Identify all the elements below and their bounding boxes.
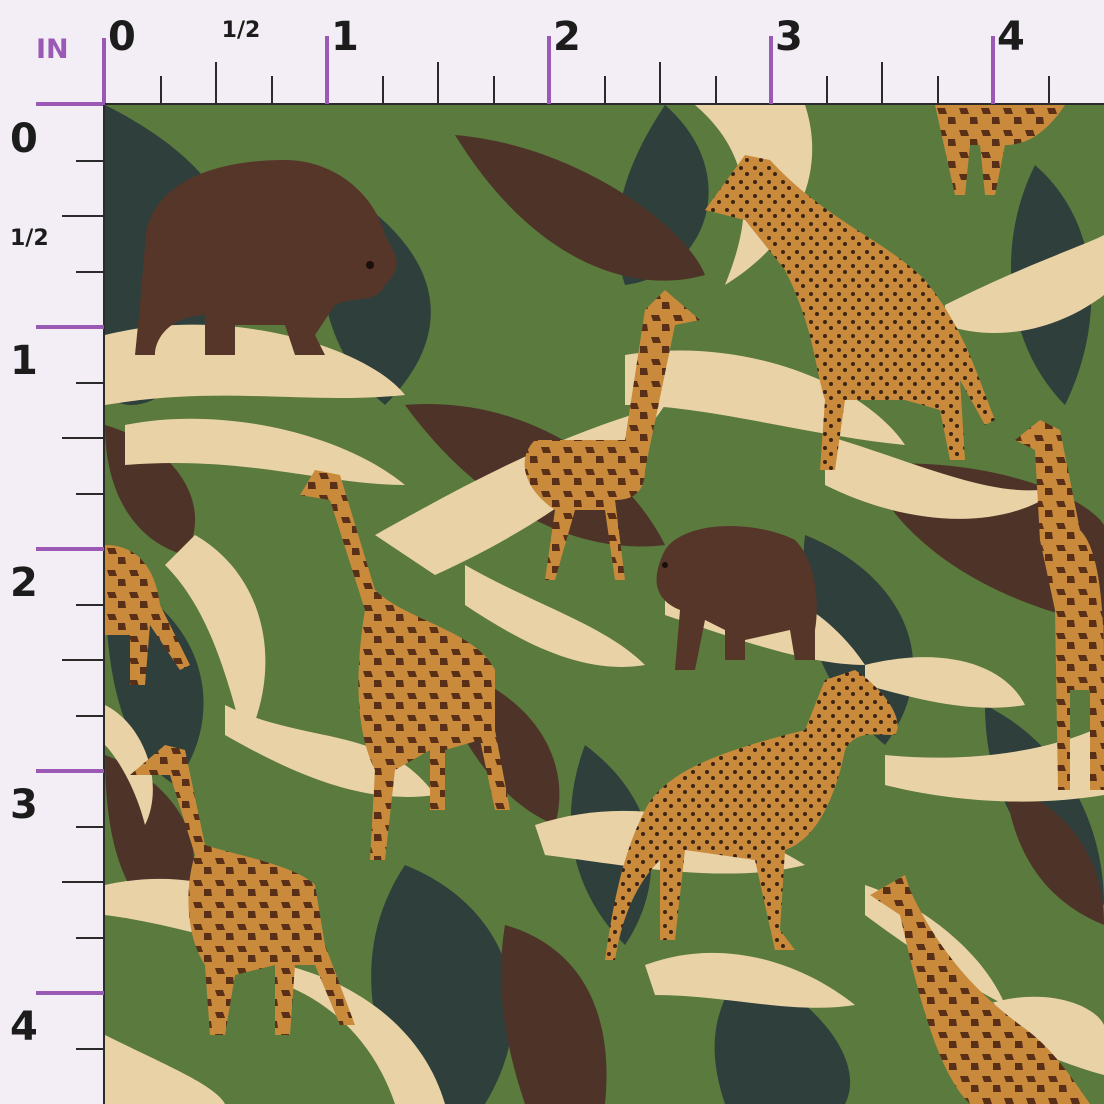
left-ruler-label-half: 1/2 [10, 226, 49, 251]
top-ruler-label-4: 4 [997, 14, 1025, 60]
top-ruler-label-0: 0 [108, 14, 136, 60]
top-ruler-label-1: 1 [331, 14, 359, 60]
top-ruler-label-3: 3 [775, 14, 803, 60]
left-ruler-label-0: 0 [10, 116, 38, 162]
left-ruler-label-2: 2 [10, 560, 38, 606]
left-ruler-label-1: 1 [10, 338, 38, 384]
fabric-pattern-art [105, 105, 1104, 1104]
left-ruler-label-4: 4 [10, 1004, 38, 1050]
top-ruler-label-2: 2 [553, 14, 581, 60]
fabric-pattern-swatch [105, 105, 1104, 1104]
top-ruler-label-half: 1/2 [221, 18, 261, 43]
left-ruler-label-3: 3 [10, 782, 38, 828]
